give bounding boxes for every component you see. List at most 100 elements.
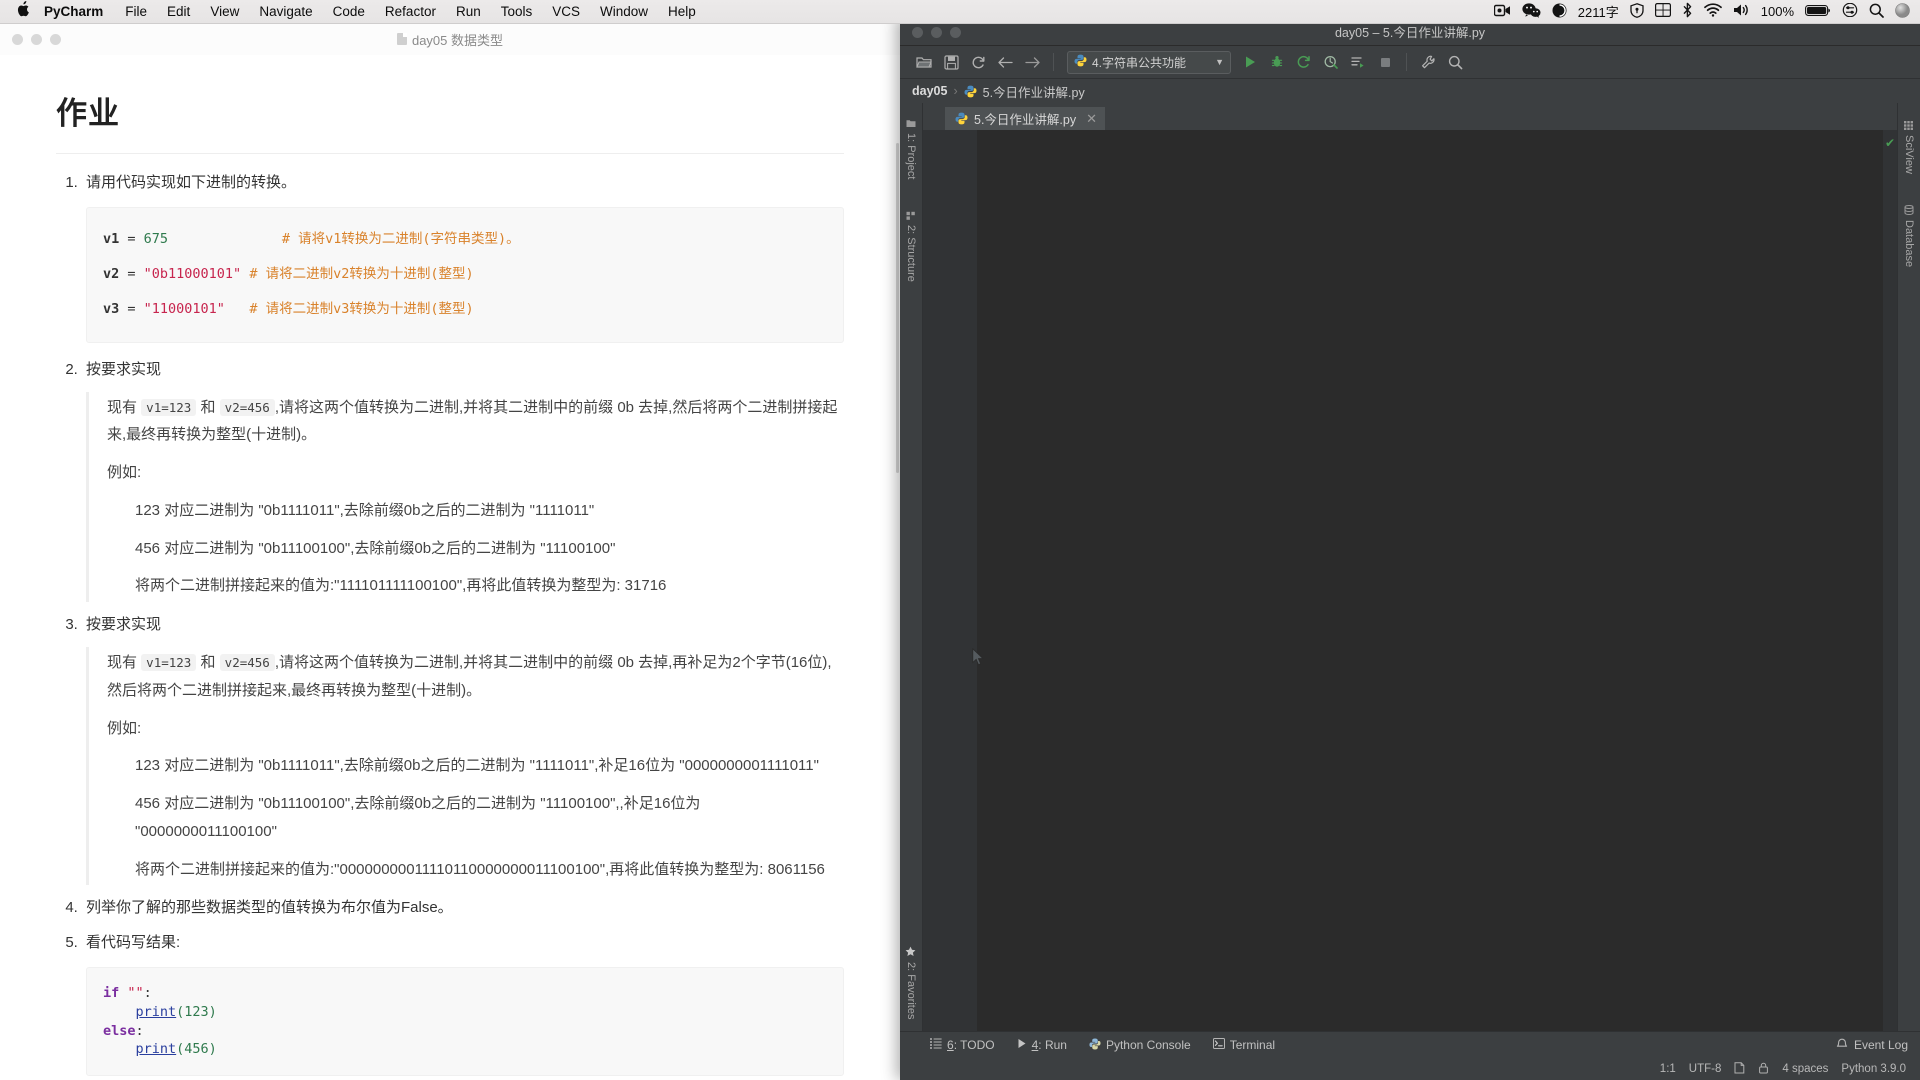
code2-colon-2: :	[135, 1022, 144, 1039]
quote3-example-line-1: 123 对应二进制为 "0b1111011",去除前缀0b之后的二进制为 "11…	[135, 757, 819, 775]
bottom-tool-terminal[interactable]: Terminal	[1212, 1038, 1275, 1052]
close-button[interactable]	[12, 34, 23, 45]
breadcrumb-root[interactable]: day05	[912, 84, 947, 98]
breadcrumb-file[interactable]: 5.今日作业讲解.py	[983, 82, 1085, 101]
database-icon	[1904, 205, 1915, 216]
code-pad-3	[225, 301, 249, 317]
menu-item-window[interactable]: Window	[590, 0, 658, 23]
bottom-tool-run[interactable]: 4: Run	[1017, 1038, 1067, 1052]
event-log-button[interactable]: Event Log	[1836, 1038, 1920, 1053]
bottom-tool-label: Python Console	[1105, 1038, 1191, 1052]
bluetooth-icon[interactable]	[1682, 2, 1693, 21]
editor-gutter[interactable]	[923, 130, 977, 1031]
refresh-icon[interactable]	[966, 50, 990, 74]
list-item: 按要求实现 现有 v1=123 和 v2=456,请将这两个值转换为二进制,并将…	[82, 357, 844, 603]
sidebar-item-structure[interactable]: 2: Structure	[900, 207, 922, 286]
grid-icon[interactable]	[1654, 3, 1671, 20]
menu-item-view[interactable]: View	[200, 0, 249, 23]
code-comment-2: # 请将二进制v2转换为十进制(整型)	[249, 266, 474, 283]
volume-icon[interactable]	[1733, 3, 1750, 20]
apple-logo-icon[interactable]	[10, 1, 36, 22]
open-folder-icon[interactable]	[912, 50, 936, 74]
document-body: 作业 请用代码实现如下进制的转换。 v1 = 675 # 请将v1转换为二进制(…	[0, 55, 900, 1080]
arrow-left-icon[interactable]	[993, 50, 1017, 74]
siri-icon[interactable]	[1895, 2, 1910, 21]
run-icon[interactable]	[1238, 50, 1262, 74]
chevron-down-icon[interactable]: ▼	[1215, 57, 1224, 67]
run-configuration-selector[interactable]: 4.字符串公共功能 ▼	[1067, 50, 1231, 74]
interpreter-label[interactable]: Python 3.9.0	[1841, 1063, 1906, 1075]
blockquote-task-3: 现有 v1=123 和 v2=456 ,请将这两个值转换为二进制,并将其二进制中的…	[86, 647, 844, 886]
search-icon[interactable]	[1443, 50, 1467, 74]
code-editor[interactable]: ✔	[977, 130, 1897, 1031]
menu-item-help[interactable]: Help	[658, 0, 706, 23]
menu-bar-left: PyCharm File Edit View Navigate Code Ref…	[0, 0, 706, 23]
task-2-heading: 按要求实现	[86, 360, 162, 378]
menu-item-file[interactable]: File	[115, 0, 157, 23]
save-icon[interactable]	[939, 50, 963, 74]
menu-item-edit[interactable]: Edit	[157, 0, 200, 23]
close-button[interactable]	[912, 27, 923, 38]
left-tool-rail: 1: Project 2: Structure 2: Favorites	[900, 103, 923, 1031]
menu-item-code[interactable]: Code	[323, 0, 375, 23]
caret-position[interactable]: 1:1	[1660, 1063, 1676, 1075]
menu-item-vcs[interactable]: VCS	[542, 0, 590, 23]
encoding-label[interactable]: UTF-8	[1689, 1063, 1722, 1075]
code-value-v1: 675	[143, 231, 169, 248]
status-bar: 1:1 UTF-8 4 spaces Python 3.9.0	[900, 1058, 1920, 1080]
sidebar-item-database[interactable]: Database	[1898, 201, 1920, 271]
menu-item-tools[interactable]: Tools	[491, 0, 543, 23]
menu-item-run[interactable]: Run	[446, 0, 491, 23]
screen-record-icon[interactable]	[1493, 4, 1511, 20]
indent-label[interactable]: 4 spaces	[1782, 1063, 1828, 1075]
bottom-tool-label: 6: TODO	[947, 1038, 995, 1052]
editor-area: ✔	[923, 130, 1897, 1031]
sidebar-item-favorites[interactable]: 2: Favorites	[900, 942, 922, 1023]
tab-today-homework[interactable]: 5.今日作业讲解.py ✕	[945, 107, 1106, 130]
battery-icon[interactable]	[1805, 4, 1831, 20]
task-3-heading: 按要求实现	[86, 616, 162, 634]
minimize-button[interactable]	[931, 27, 942, 38]
bottom-tool-python-console[interactable]: Python Console	[1089, 1038, 1191, 1053]
wifi-icon[interactable]	[1703, 3, 1722, 20]
document-window-title-text: day05 数据类型	[411, 32, 504, 48]
menu-item-refactor[interactable]: Refactor	[375, 0, 446, 23]
code-comment-3: # 请将二进制v3转换为十进制(整型)	[249, 301, 474, 318]
word-count-label[interactable]: 2211字	[1578, 2, 1619, 21]
line-separator-icon[interactable]	[1734, 1061, 1745, 1077]
menu-item-navigate[interactable]: Navigate	[249, 0, 322, 23]
page-title: 作业	[56, 87, 844, 155]
sidebar-item-sciview[interactable]: SciView	[1898, 117, 1920, 178]
breadcrumb-separator: ›	[953, 84, 958, 98]
minimize-button[interactable]	[31, 34, 42, 45]
maximize-button[interactable]	[950, 27, 961, 38]
search-icon[interactable]	[1869, 3, 1884, 21]
document-traffic-lights[interactable]	[12, 34, 61, 45]
battery-percent-label[interactable]: 100%	[1761, 4, 1794, 19]
python-file-icon	[955, 112, 968, 125]
document-scrollbar[interactable]	[896, 143, 899, 473]
arrow-right-icon[interactable]	[1020, 50, 1044, 74]
stop-icon[interactable]	[1373, 50, 1397, 74]
inspection-scrollbar[interactable]: ✔	[1883, 130, 1897, 1031]
profile-icon[interactable]	[1319, 50, 1343, 74]
close-icon[interactable]: ✕	[1086, 111, 1097, 127]
pycharm-traffic-lights[interactable]	[912, 27, 961, 38]
menu-app-name[interactable]: PyCharm	[36, 0, 115, 23]
run-with-icon[interactable]	[1346, 50, 1370, 74]
task-list: 请用代码实现如下进制的转换。 v1 = 675 # 请将v1转换为二进制(字符串…	[56, 170, 844, 1080]
sidebar-item-project[interactable]: 1: Project	[900, 115, 922, 183]
wechat-icon[interactable]	[1522, 2, 1541, 21]
shield-icon[interactable]	[1630, 2, 1644, 21]
clock-half-icon[interactable]	[1552, 3, 1567, 21]
menu-bar-status-area: 2211字 100%	[1493, 2, 1920, 21]
control-center-icon[interactable]	[1842, 2, 1858, 20]
maximize-button[interactable]	[50, 34, 61, 45]
lock-icon[interactable]	[1758, 1062, 1769, 1077]
wrench-icon[interactable]	[1416, 50, 1440, 74]
run-coverage-icon[interactable]	[1292, 50, 1316, 74]
debug-icon[interactable]	[1265, 50, 1289, 74]
structure-icon	[906, 211, 917, 220]
document-file-icon	[396, 33, 407, 45]
bottom-tool-todo[interactable]: 6: TODO	[930, 1038, 995, 1052]
